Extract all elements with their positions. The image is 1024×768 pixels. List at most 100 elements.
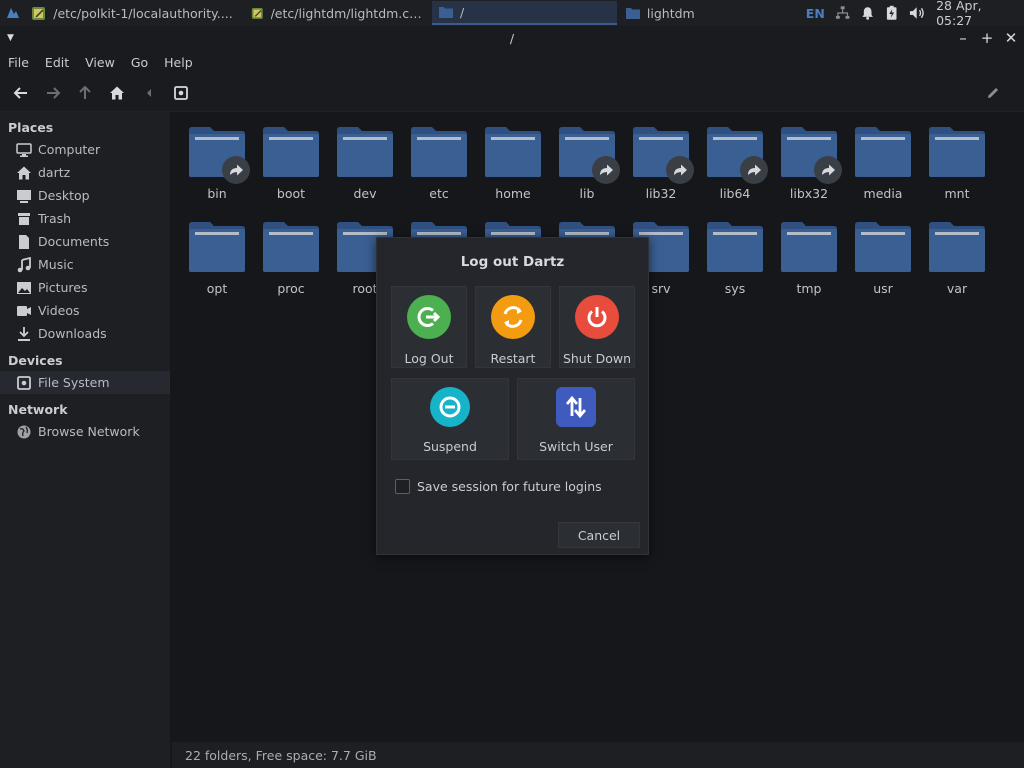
folder-item[interactable]: sys xyxy=(698,221,772,296)
folder-item[interactable]: lib64 xyxy=(698,126,772,201)
folder-name: mnt xyxy=(944,186,970,201)
folder-name: lib32 xyxy=(645,186,677,201)
task-polkit[interactable]: /etc/polkit-1/localauthority.... xyxy=(25,1,243,25)
folder-item[interactable]: lib xyxy=(550,126,624,201)
folder-name: boot xyxy=(276,186,306,201)
folder-item[interactable]: opt xyxy=(180,221,254,296)
symlink-arrow-icon xyxy=(592,156,620,184)
sidebar-item-desktop[interactable]: Desktop xyxy=(0,184,170,207)
dialog-title: Log out Dartz xyxy=(460,254,565,270)
window-menu-icon[interactable]: ▼ xyxy=(7,33,14,43)
status-text: 22 folders, Free space: 7.7 GiB xyxy=(185,747,377,763)
menu-edit[interactable]: Edit xyxy=(45,55,69,70)
folder-item[interactable]: libx32 xyxy=(772,126,846,201)
shutdown-button[interactable]: Shut Down xyxy=(559,286,635,368)
folder-item[interactable]: proc xyxy=(254,221,328,296)
pencil-icon xyxy=(988,87,998,98)
menu-view[interactable]: View xyxy=(85,55,115,70)
sidebar-item-documents[interactable]: Documents xyxy=(0,230,170,253)
close-icon[interactable]: ✕ xyxy=(1004,29,1018,47)
folder-item[interactable]: tmp xyxy=(772,221,846,296)
folder-item[interactable]: lib32 xyxy=(624,126,698,201)
folder-name: tmp xyxy=(796,281,822,296)
notification-bell-icon[interactable] xyxy=(860,5,875,21)
arrow-left-icon xyxy=(13,86,27,99)
restart-label: Restart xyxy=(490,351,536,366)
sidebar-item-computer[interactable]: Computer xyxy=(0,138,170,161)
cancel-label: Cancel xyxy=(577,527,621,543)
minimize-icon[interactable]: – xyxy=(956,29,970,47)
save-session-label: Save session for future logins xyxy=(417,479,602,494)
folder-item[interactable]: usr xyxy=(846,221,920,296)
sidebar-item-videos[interactable]: Videos xyxy=(0,299,170,322)
sidebar-item-dartz[interactable]: dartz xyxy=(0,161,170,184)
cancel-button[interactable]: Cancel xyxy=(558,522,640,548)
battery-icon[interactable] xyxy=(885,5,898,21)
volume-icon[interactable] xyxy=(909,5,926,21)
maximize-icon[interactable]: + xyxy=(980,29,994,47)
task-lightdm-conf[interactable]: /etc/lightdm/lightdm.conf - ... xyxy=(245,1,430,25)
home-button[interactable] xyxy=(106,82,128,104)
save-session-checkbox[interactable]: Save session for future logins xyxy=(395,479,602,494)
checkbox-box[interactable] xyxy=(395,479,410,494)
suspend-icon xyxy=(430,387,470,427)
folder-item[interactable]: home xyxy=(476,126,550,201)
folder-name: libx32 xyxy=(789,186,829,201)
task-root-folder[interactable]: / xyxy=(432,1,617,25)
logout-button[interactable]: Log Out xyxy=(391,286,467,368)
task-label: /etc/lightdm/lightdm.conf - ... xyxy=(270,5,425,21)
folder-item[interactable]: etc xyxy=(402,126,476,201)
window-titlebar: ▼ / – + ✕ xyxy=(0,26,1024,50)
switch-user-icon xyxy=(556,387,596,427)
network-icon[interactable] xyxy=(835,5,850,21)
keyboard-layout-indicator[interactable]: EN xyxy=(806,6,825,21)
toolbar xyxy=(0,74,1024,112)
top-panel: /etc/polkit-1/localauthority.... /etc/li… xyxy=(0,0,1024,28)
sidebar-item-downloads[interactable]: Downloads xyxy=(0,322,170,345)
chevron-left-icon xyxy=(147,88,151,97)
folder-item[interactable]: boot xyxy=(254,126,328,201)
menu-help[interactable]: Help xyxy=(164,55,193,70)
logout-dialog: Log out Dartz Log Out Restart Shut Down … xyxy=(376,237,649,555)
picture-icon xyxy=(17,281,31,294)
switch-user-button[interactable]: Switch User xyxy=(517,378,635,460)
sidebar-item-label: Documents xyxy=(38,234,110,249)
globe-icon xyxy=(17,425,31,438)
menu-file[interactable]: File xyxy=(8,55,29,70)
folder-item[interactable]: dev xyxy=(328,126,402,201)
folder-item[interactable]: media xyxy=(846,126,920,201)
folder-item[interactable]: var xyxy=(920,221,994,296)
up-button[interactable] xyxy=(74,82,96,104)
folder-icon xyxy=(188,221,246,273)
folder-name: lib64 xyxy=(719,186,751,201)
video-icon xyxy=(17,305,31,316)
sidebar-item-pictures[interactable]: Pictures xyxy=(0,276,170,299)
suspend-button[interactable]: Suspend xyxy=(391,378,509,460)
task-lightdm-folder[interactable]: lightdm xyxy=(619,1,804,25)
menu-go[interactable]: Go xyxy=(131,55,148,70)
sidebar-item-music[interactable]: Music xyxy=(0,253,170,276)
path-root-button[interactable] xyxy=(170,82,192,104)
drive-icon xyxy=(174,85,188,100)
sidebar-item-file-system[interactable]: File System xyxy=(0,371,170,394)
edit-location-button[interactable] xyxy=(982,82,1004,104)
folder-name: home xyxy=(495,186,531,201)
back-button[interactable] xyxy=(10,82,32,104)
restart-button[interactable]: Restart xyxy=(475,286,551,368)
clock[interactable]: 28 Apr, 05:27 xyxy=(936,0,1018,28)
folder-icon xyxy=(706,221,764,273)
sidebar-section-network: Network xyxy=(8,402,68,417)
folder-item[interactable]: bin xyxy=(180,126,254,201)
folder-item[interactable]: mnt xyxy=(920,126,994,201)
folder-name: bin xyxy=(207,186,227,201)
home-icon xyxy=(110,86,124,99)
forward-button[interactable] xyxy=(42,82,64,104)
sidebar-item-trash[interactable]: Trash xyxy=(0,207,170,230)
folder-name: dev xyxy=(353,186,377,201)
sidebar-item-browse-network[interactable]: Browse Network xyxy=(0,420,170,443)
restart-icon xyxy=(491,295,535,339)
logout-label: Log Out xyxy=(404,351,454,366)
app-menu-button[interactable] xyxy=(0,0,25,26)
path-scroll-left-button[interactable] xyxy=(138,82,160,104)
sidebar-item-label: Videos xyxy=(38,303,80,318)
